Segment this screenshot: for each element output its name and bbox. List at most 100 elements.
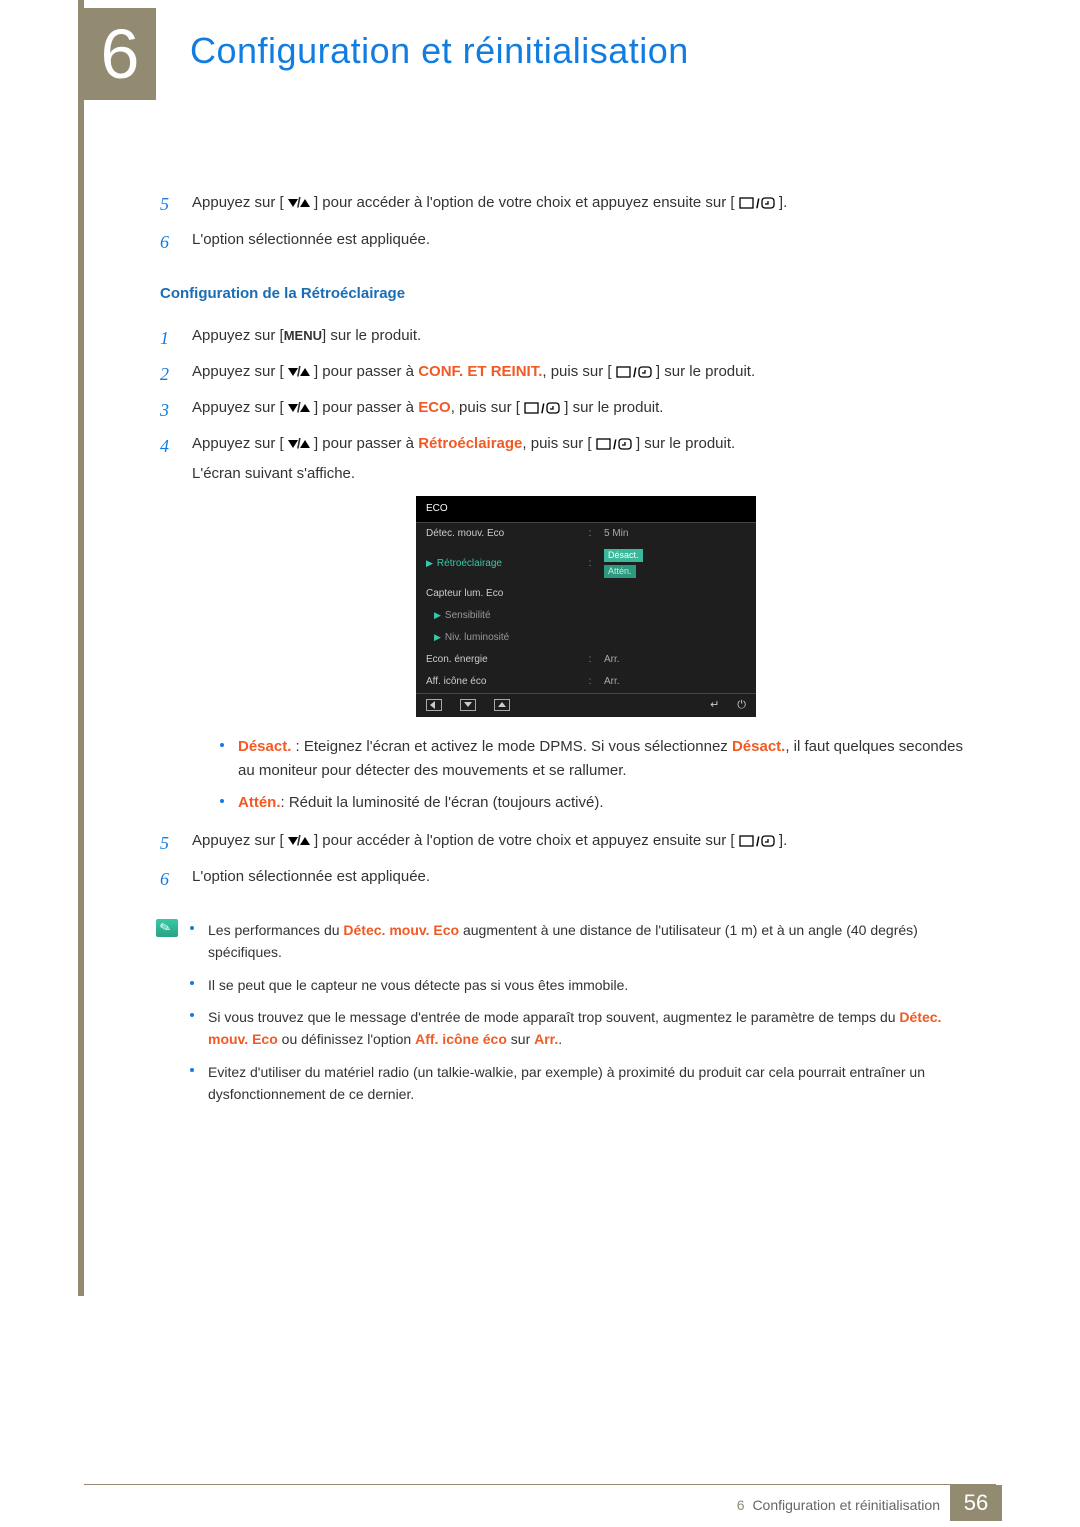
footer-chapter-title: Configuration et réinitialisation <box>752 1497 940 1513</box>
step-number: 2 <box>160 360 169 389</box>
footer: 6 Configuration et réinitialisation 56 <box>0 1467 1080 1527</box>
step-3: 3 Appuyez sur [ / ] pour passer à ECO, p… <box>160 396 980 420</box>
triangle-right-icon: ▶ <box>426 558 433 568</box>
list-item: Si vous trouvez que le message d'entrée … <box>190 1006 980 1051</box>
list-item: Attén.: Réduit la luminosité de l'écran … <box>220 791 980 815</box>
nav-up-icon <box>494 699 510 711</box>
select-enter-icon: / <box>616 360 652 384</box>
left-margin-strip <box>78 0 84 1296</box>
footer-rule <box>84 1484 996 1485</box>
text: ] sur le produit. <box>656 363 755 380</box>
keyword-eco: ECO <box>418 399 451 416</box>
step-number: 3 <box>160 396 169 425</box>
down-up-icon: / <box>288 396 310 420</box>
section-step-list: 1 Appuyez sur [MENU] sur le produit. 2 A… <box>160 324 980 889</box>
note-block: Les performances du Détec. mouv. Eco aug… <box>156 919 980 1116</box>
text: L'écran suivant s'affiche. <box>192 462 980 486</box>
text: ]. <box>779 194 787 211</box>
select-enter-icon: / <box>739 190 775 216</box>
list-item: Désact. : Eteignez l'écran et activez le… <box>220 735 980 783</box>
text: , puis sur [ <box>451 399 520 416</box>
keyword-aff-icone: Aff. icône éco <box>415 1031 507 1047</box>
osd-value: Arr. <box>594 649 756 671</box>
step-5: 5 Appuyez sur [ / ] pour accéder à l'opt… <box>160 190 980 216</box>
svg-text:/: / <box>541 401 545 415</box>
text: Appuyez sur [ <box>192 399 284 416</box>
text: , puis sur [ <box>522 435 591 452</box>
text: ] pour passer à <box>314 399 418 416</box>
keyword-desact: Désact. <box>732 738 785 755</box>
osd-row: ▶Niv. luminosité <box>416 627 756 649</box>
text: ] pour passer à <box>314 435 418 452</box>
osd-label: Capteur lum. Eco <box>416 583 586 605</box>
subheading: Configuration de la Rétroéclairage <box>160 282 980 306</box>
osd-label: Rétroéclairage <box>437 558 502 569</box>
keyword-arr: Arr. <box>534 1031 558 1047</box>
text: ]. <box>779 832 787 849</box>
svg-text:/: / <box>613 437 617 451</box>
text: Appuyez sur [ <box>192 363 284 380</box>
osd-row-selected: ▶Rétroéclairage:Désact.Attén. <box>416 545 756 583</box>
select-enter-icon: / <box>739 829 775 853</box>
content-area: 5 Appuyez sur [ / ] pour accéder à l'opt… <box>160 190 980 1116</box>
step-6: 6 L'option sélectionnée est appliquée. <box>160 865 980 889</box>
footer-chapter-number: 6 <box>737 1497 745 1513</box>
text: : Réduit la luminosité de l'écran (toujo… <box>281 794 604 811</box>
text: ] sur le produit. <box>636 435 735 452</box>
osd-value-options: Désact. Attén. <box>594 545 756 583</box>
step-number: 1 <box>160 324 169 353</box>
footer-text: 6 Configuration et réinitialisation <box>737 1497 940 1513</box>
text: sur <box>507 1031 534 1047</box>
osd-label: Niv. luminosité <box>445 632 509 643</box>
text: ] sur le produit. <box>564 399 663 416</box>
nav-left-icon <box>426 699 442 711</box>
menu-label: MENU <box>284 328 322 343</box>
text: ou définissez l'option <box>278 1031 415 1047</box>
list-item: Les performances du Détec. mouv. Eco aug… <box>190 919 980 964</box>
osd-row: Détec. mouv. Eco:5 Min <box>416 523 756 545</box>
osd-option-atten: Attén. <box>604 565 636 578</box>
text: : Eteignez l'écran et activez le mode DP… <box>291 738 732 755</box>
osd-label: Aff. icône éco <box>416 671 586 693</box>
osd-menu: ECO Détec. mouv. Eco:5 Min ▶Rétroéclaira… <box>416 496 756 717</box>
osd-value: Arr. <box>594 671 756 693</box>
step-number: 4 <box>160 432 169 461</box>
osd-row: ▶Sensibilité <box>416 605 756 627</box>
text: , puis sur [ <box>542 363 611 380</box>
list-item: Evitez d'utiliser du matériel radio (un … <box>190 1061 980 1106</box>
power-icon: ⏻ <box>737 700 746 710</box>
nav-down-icon <box>460 699 476 711</box>
text: L'option sélectionnée est appliquée. <box>192 231 430 248</box>
osd-row: Capteur lum. Eco <box>416 583 756 605</box>
svg-text:/: / <box>756 196 760 210</box>
option-description-list: Désact. : Eteignez l'écran et activez le… <box>220 735 980 815</box>
osd-option-desact: Désact. <box>604 549 643 562</box>
text: L'option sélectionnée est appliquée. <box>192 868 430 885</box>
osd-label: Détec. mouv. Eco <box>416 523 586 545</box>
step-number: 5 <box>160 829 169 858</box>
step-1: 1 Appuyez sur [MENU] sur le produit. <box>160 324 980 348</box>
text: ] pour accéder à l'option de votre choix… <box>314 832 735 849</box>
text: ] pour passer à <box>314 363 418 380</box>
osd-row: Econ. énergie:Arr. <box>416 649 756 671</box>
page-number: 56 <box>950 1485 1002 1521</box>
page: 6 Configuration et réinitialisation 5 Ap… <box>0 0 1080 1527</box>
step-4: 4 Appuyez sur [ / ] pour passer à Rétroé… <box>160 432 980 815</box>
down-up-icon: / <box>288 190 310 216</box>
step-number: 6 <box>160 865 169 894</box>
down-up-icon: / <box>288 360 310 384</box>
select-enter-icon: / <box>596 432 632 456</box>
chapter-number-badge: 6 <box>84 8 156 100</box>
keyword-detec-mouv: Détec. mouv. Eco <box>343 922 459 938</box>
list-item: Il se peut que le capteur ne vous détect… <box>190 974 980 996</box>
keyword-desact: Désact. <box>238 738 291 755</box>
svg-text:/: / <box>633 365 637 379</box>
keyword-retro: Rétroéclairage <box>418 435 522 452</box>
step-number: 5 <box>160 190 169 219</box>
select-enter-icon: / <box>524 396 560 420</box>
svg-text:/: / <box>756 834 760 848</box>
osd-label: Sensibilité <box>445 610 491 621</box>
text: Appuyez sur [ <box>192 327 284 344</box>
osd-row: Aff. icône éco:Arr. <box>416 671 756 693</box>
chapter-title: Configuration et réinitialisation <box>190 30 689 72</box>
